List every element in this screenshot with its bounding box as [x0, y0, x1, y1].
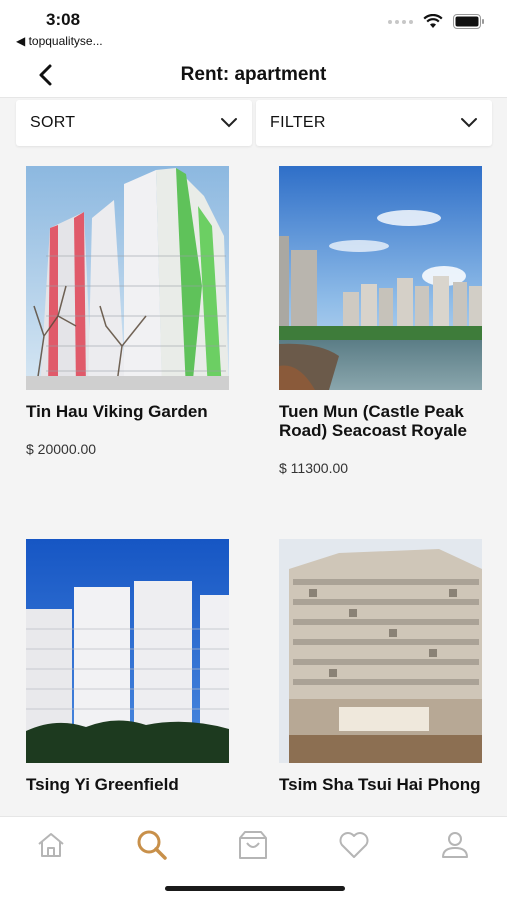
back-button[interactable] — [30, 60, 60, 90]
listing-card[interactable]: Tsing Yi Greenfield — [26, 539, 229, 814]
home-indicator — [165, 886, 345, 891]
status-icons — [388, 14, 485, 29]
sort-filter-bar: SORT FILTER — [0, 98, 507, 150]
home-icon — [38, 833, 64, 857]
listing-title: Tsim Sha Tsui Hai Phong — [279, 775, 481, 794]
tab-home[interactable] — [31, 827, 71, 863]
listing-price: $ 11300.00 — [279, 460, 349, 476]
filter-label: FILTER — [270, 114, 326, 131]
shopping-bag-icon — [239, 831, 267, 859]
listing-title: Tsing Yi Greenfield — [26, 775, 179, 794]
tab-search[interactable] — [132, 827, 172, 863]
cellular-signal-icon — [388, 19, 413, 24]
search-icon — [137, 830, 167, 860]
back-to-app-link[interactable]: ◀ topqualityse... — [16, 34, 103, 48]
listing-title: Tin Hau Viking Garden — [26, 402, 208, 421]
chevron-down-icon — [221, 118, 237, 128]
status-bar: 3:08 ◀ topqualityse... — [0, 0, 507, 52]
battery-icon — [453, 14, 484, 29]
sort-dropdown[interactable]: SORT — [16, 100, 252, 146]
heart-icon — [339, 832, 369, 858]
tab-cart[interactable] — [233, 827, 273, 863]
chevron-left-icon — [39, 64, 52, 86]
listing-title: Tuen Mun (Castle Peak Road) Seacoast Roy… — [279, 402, 468, 440]
listing-card[interactable]: Tuen Mun (Castle Peak Road) Seacoast Roy… — [279, 166, 482, 476]
chevron-down-icon — [461, 118, 477, 128]
listing-price: $ 20000.00 — [26, 441, 97, 457]
status-time: 3:08 — [46, 10, 81, 29]
navigation-bar: Rent: apartment — [0, 52, 507, 98]
wifi-icon — [423, 14, 443, 28]
profile-icon — [442, 832, 468, 858]
tab-profile[interactable] — [435, 827, 475, 863]
listing-photo — [26, 539, 229, 763]
sort-label: SORT — [30, 114, 76, 131]
listing-photo — [26, 166, 229, 390]
listing-card[interactable]: Tsim Sha Tsui Hai Phong — [279, 539, 482, 814]
page-title: Rent: apartment — [180, 64, 327, 85]
filter-dropdown[interactable]: FILTER — [256, 100, 492, 146]
listing-photo — [279, 166, 482, 390]
listing-card[interactable]: Tin Hau Viking Garden $ 20000.00 — [26, 166, 229, 457]
tab-favorites[interactable] — [334, 827, 374, 863]
listing-photo — [279, 539, 482, 763]
listings-grid: Tin Hau Viking Garden $ 20000.00 Tuen Mu… — [0, 150, 507, 816]
